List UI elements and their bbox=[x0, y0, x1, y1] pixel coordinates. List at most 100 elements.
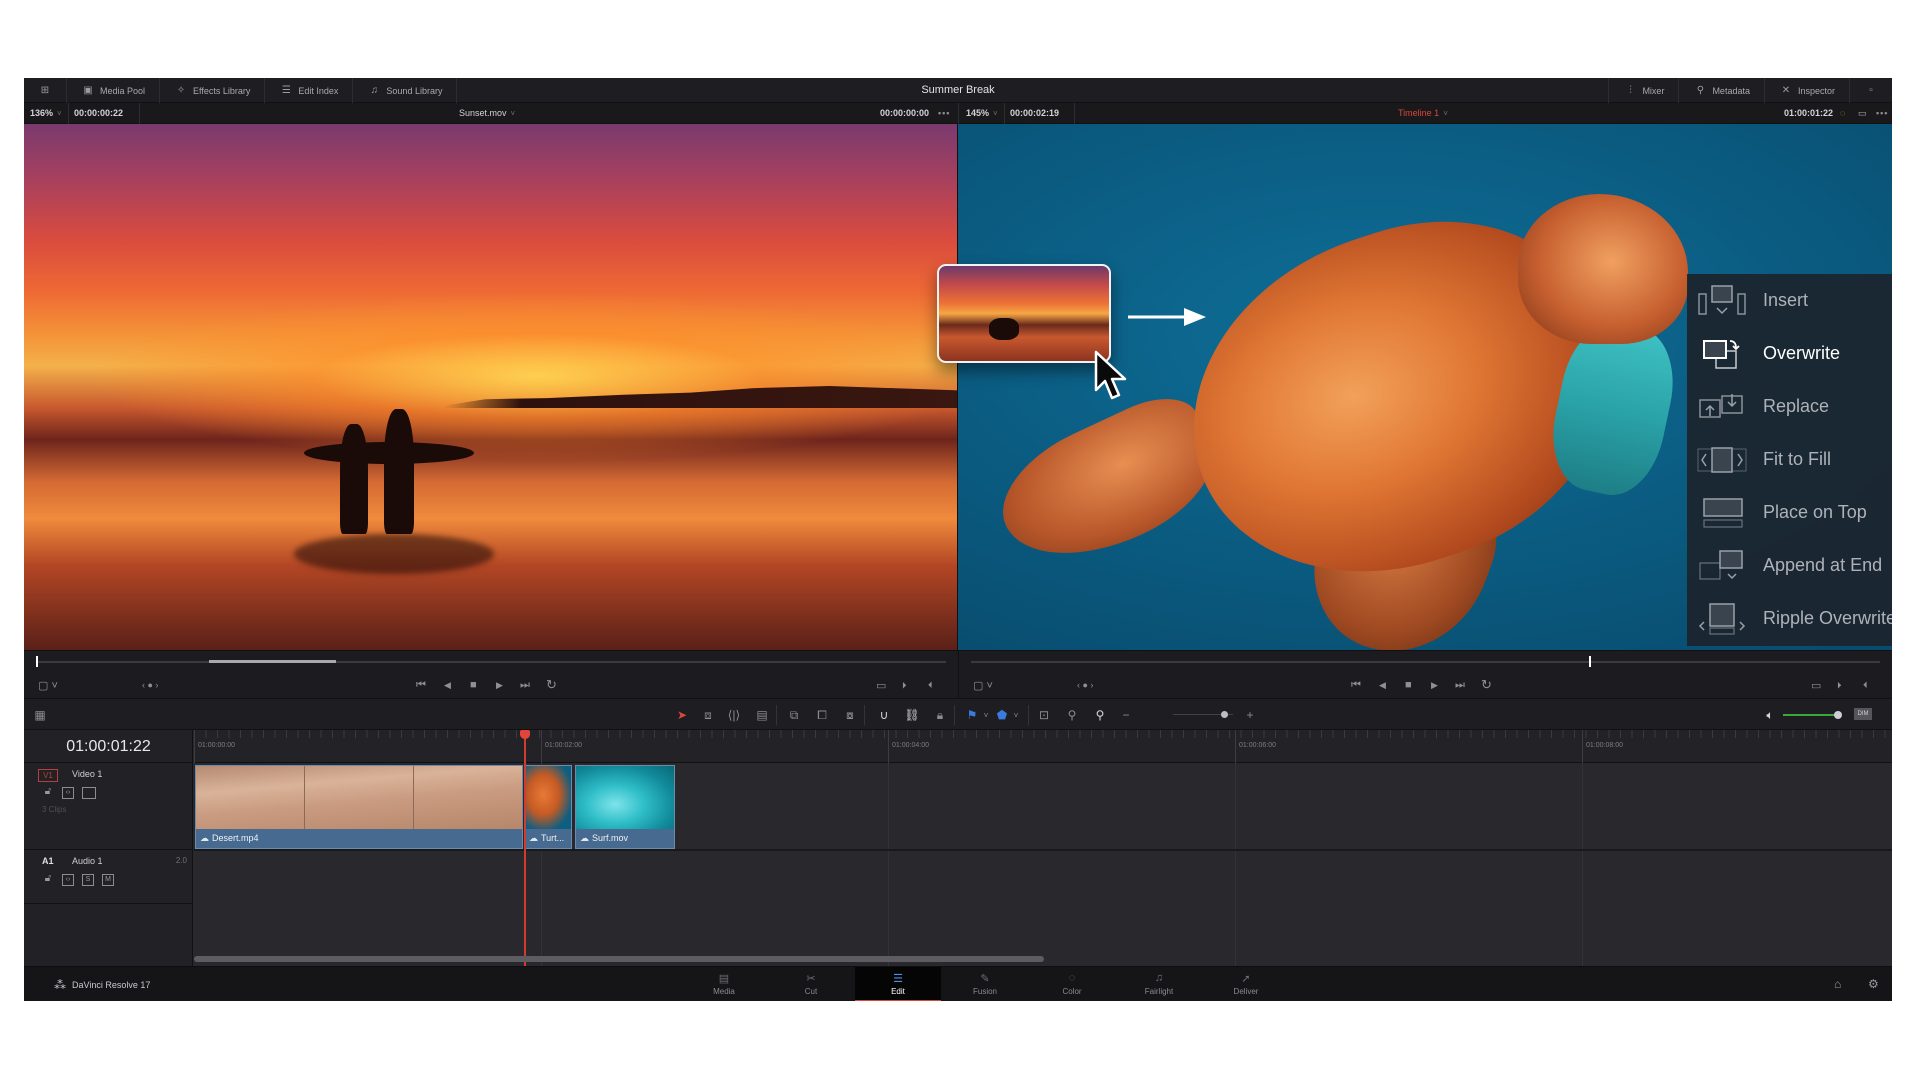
selection-tool-icon[interactable]: ➤ bbox=[674, 707, 690, 723]
overlay-place-on-top[interactable]: Place on Top bbox=[1687, 486, 1892, 539]
timeline-match-frame-button[interactable]: ▭ bbox=[1811, 678, 1821, 692]
insert-clip-icon[interactable]: ⧉ bbox=[786, 707, 802, 723]
timeline-stop-button[interactable]: ■ bbox=[1405, 678, 1412, 692]
page-tab-color[interactable]: ◌ Color bbox=[1029, 967, 1115, 1001]
timeline-go-to-start-button[interactable]: ⏮ bbox=[1351, 678, 1361, 692]
timeline-mark-in-button[interactable]: ⏵ bbox=[1837, 678, 1842, 692]
blade-tool-icon[interactable]: ▤ bbox=[754, 707, 770, 723]
timeline-view-options-button[interactable]: ▢ ˅ bbox=[973, 678, 993, 692]
source-reverse-button[interactable]: ◀ bbox=[444, 678, 451, 692]
overlay-fit-to-fill[interactable]: Fit to Fill bbox=[1687, 433, 1892, 486]
source-view-options-button[interactable]: ▢ ˅ bbox=[38, 678, 58, 692]
auto-select-icon[interactable]: ‹› bbox=[62, 874, 74, 886]
workspace-toggle-button[interactable]: ⊞ bbox=[24, 78, 67, 103]
source-clip-dropdown[interactable]: Sunset.mov ˅ bbox=[459, 103, 515, 124]
source-mark-in-button[interactable]: ⏵ bbox=[902, 678, 907, 692]
timeline-go-to-end-button[interactable]: ⏭ bbox=[1455, 678, 1465, 692]
source-go-to-end-button[interactable]: ⏭ bbox=[520, 678, 530, 692]
zoom-out-icon[interactable]: − bbox=[1118, 707, 1134, 723]
trim-tool-icon[interactable]: ⧈ bbox=[700, 707, 716, 723]
timeline-viewer-playhead[interactable] bbox=[1589, 656, 1592, 667]
audio-track-badge[interactable]: A1 bbox=[42, 856, 54, 866]
color-scope-icon[interactable]: ◌ bbox=[1840, 103, 1845, 124]
page-tab-media[interactable]: ▤ Media bbox=[681, 967, 767, 1001]
auto-select-icon[interactable]: ‹› bbox=[62, 787, 74, 799]
source-play-button[interactable]: ▶ bbox=[496, 678, 503, 692]
source-viewer-canvas[interactable] bbox=[24, 124, 958, 650]
effects-library-button[interactable]: ✧ Effects Library bbox=[160, 78, 266, 103]
overlay-append-at-end[interactable]: Append at End bbox=[1687, 539, 1892, 592]
detail-zoom-icon[interactable]: ⚲ bbox=[1064, 707, 1080, 723]
timeline-clip-turtle[interactable]: ☁ Turt... bbox=[524, 765, 572, 849]
viewer-mode-icon[interactable]: ▭ bbox=[1858, 103, 1867, 124]
page-tab-cut[interactable]: ✂ Cut bbox=[768, 967, 854, 1001]
page-tab-fairlight[interactable]: ♫ Fairlight bbox=[1116, 967, 1202, 1001]
overlay-overwrite[interactable]: Overwrite bbox=[1687, 327, 1892, 380]
timeline-name-dropdown[interactable]: Timeline 1 ˅ bbox=[1398, 103, 1448, 124]
lock-icon[interactable]: 🔓︎ bbox=[42, 787, 54, 799]
timeline-reverse-button[interactable]: ◀ bbox=[1379, 678, 1386, 692]
dynamic-trim-icon[interactable]: ⟨|⟩ bbox=[726, 707, 742, 723]
replace-clip-icon[interactable]: ⧇ bbox=[842, 707, 858, 723]
overlay-ripple-overwrite[interactable]: Ripple Overwrite bbox=[1687, 592, 1892, 645]
source-match-frame-button[interactable]: ▭ bbox=[876, 678, 886, 692]
video-enable-icon[interactable] bbox=[82, 787, 96, 799]
source-jog-control[interactable]: ‹ ● › bbox=[142, 678, 158, 692]
settings-gear-icon[interactable]: ⚙ bbox=[1868, 977, 1879, 991]
timeline-zoom-dropdown[interactable]: 145% ˅ bbox=[966, 103, 998, 124]
page-tab-deliver[interactable]: ➚ Deliver bbox=[1203, 967, 1289, 1001]
timeline-jog-control[interactable]: ‹ ● › bbox=[1077, 678, 1093, 692]
dragged-clip-thumbnail[interactable] bbox=[937, 264, 1111, 363]
overlay-replace[interactable]: Replace bbox=[1687, 380, 1892, 433]
source-go-to-start-button[interactable]: ⏮ bbox=[416, 678, 426, 692]
video-track-name[interactable]: Video 1 bbox=[72, 769, 102, 779]
custom-zoom-icon[interactable]: ⚲ bbox=[1092, 707, 1108, 723]
lock-icon[interactable]: 🔓︎ bbox=[42, 874, 54, 886]
timeline-clip-surf[interactable]: ☁ Surf.mov bbox=[575, 765, 675, 849]
timeline-ruler[interactable]: 01:00:00:00 01:00:02:00 01:00:04:00 01:0… bbox=[194, 730, 1892, 763]
audio-track-name[interactable]: Audio 1 bbox=[72, 856, 103, 866]
chevron-down-icon[interactable]: ˅ bbox=[978, 707, 994, 723]
chevron-down-icon[interactable]: ˅ bbox=[1008, 707, 1024, 723]
overlay-insert[interactable]: Insert bbox=[1687, 274, 1892, 327]
source-loop-button[interactable]: ↻ bbox=[546, 677, 557, 692]
timeline-viewer-scrubber[interactable] bbox=[971, 656, 1880, 667]
source-playhead[interactable] bbox=[36, 656, 38, 667]
timeline-playhead-handle[interactable] bbox=[520, 730, 530, 739]
timeline-horizontal-scrollbar[interactable] bbox=[194, 956, 1044, 962]
timeline-more-options-button[interactable]: ••• bbox=[1876, 103, 1888, 124]
mixer-button[interactable]: ⫶ Mixer bbox=[1608, 78, 1678, 103]
video-track-destination-badge[interactable]: V1 bbox=[38, 769, 58, 782]
position-lock-icon[interactable]: 🔒︎ bbox=[932, 707, 948, 723]
timeline-playhead[interactable] bbox=[524, 730, 526, 966]
home-icon[interactable]: ⌂ bbox=[1834, 977, 1841, 991]
source-scrubber[interactable] bbox=[36, 656, 946, 667]
linked-selection-icon[interactable]: ⛓ bbox=[904, 707, 920, 723]
page-tab-edit[interactable]: ☰ Edit bbox=[855, 967, 941, 1001]
timeline-loop-button[interactable]: ↻ bbox=[1481, 677, 1492, 692]
zoom-in-icon[interactable]: + bbox=[1242, 707, 1258, 723]
metadata-button[interactable]: ⚲ Metadata bbox=[1678, 78, 1764, 103]
timeline-play-button[interactable]: ▶ bbox=[1431, 678, 1438, 692]
volume-slider-knob[interactable] bbox=[1834, 711, 1843, 719]
timeline-mark-out-button[interactable]: ⏴ bbox=[1863, 678, 1868, 692]
timeline-clip-desert[interactable]: ☁ Desert.mp4 bbox=[195, 765, 523, 849]
page-tab-fusion[interactable]: ✎ Fusion bbox=[942, 967, 1028, 1001]
source-more-options-button[interactable]: ••• bbox=[938, 103, 950, 124]
source-zoom-dropdown[interactable]: 136% ˅ bbox=[30, 103, 62, 124]
solo-button[interactable]: S bbox=[82, 874, 94, 886]
sound-library-button[interactable]: ♫ Sound Library bbox=[353, 78, 458, 103]
overwrite-clip-icon[interactable]: ⧠ bbox=[814, 707, 830, 723]
volume-slider[interactable] bbox=[1783, 714, 1839, 716]
source-mark-out-button[interactable]: ⏴ bbox=[928, 678, 933, 692]
volume-icon[interactable]: 🔈︎ bbox=[1762, 707, 1778, 723]
mute-button[interactable]: M bbox=[102, 874, 114, 886]
timeline-zoom-slider-knob[interactable] bbox=[1221, 711, 1228, 718]
edit-index-button[interactable]: ☰ Edit Index bbox=[265, 78, 354, 103]
media-pool-button[interactable]: ▣ Media Pool bbox=[67, 78, 161, 103]
source-stop-button[interactable]: ■ bbox=[470, 678, 477, 692]
dim-button[interactable]: DIM bbox=[1854, 708, 1872, 720]
timeline-view-options-icon[interactable]: ▦ bbox=[32, 707, 48, 723]
snapping-icon[interactable]: ∪ bbox=[876, 707, 892, 723]
inspector-button[interactable]: ✕ Inspector bbox=[1763, 78, 1849, 103]
